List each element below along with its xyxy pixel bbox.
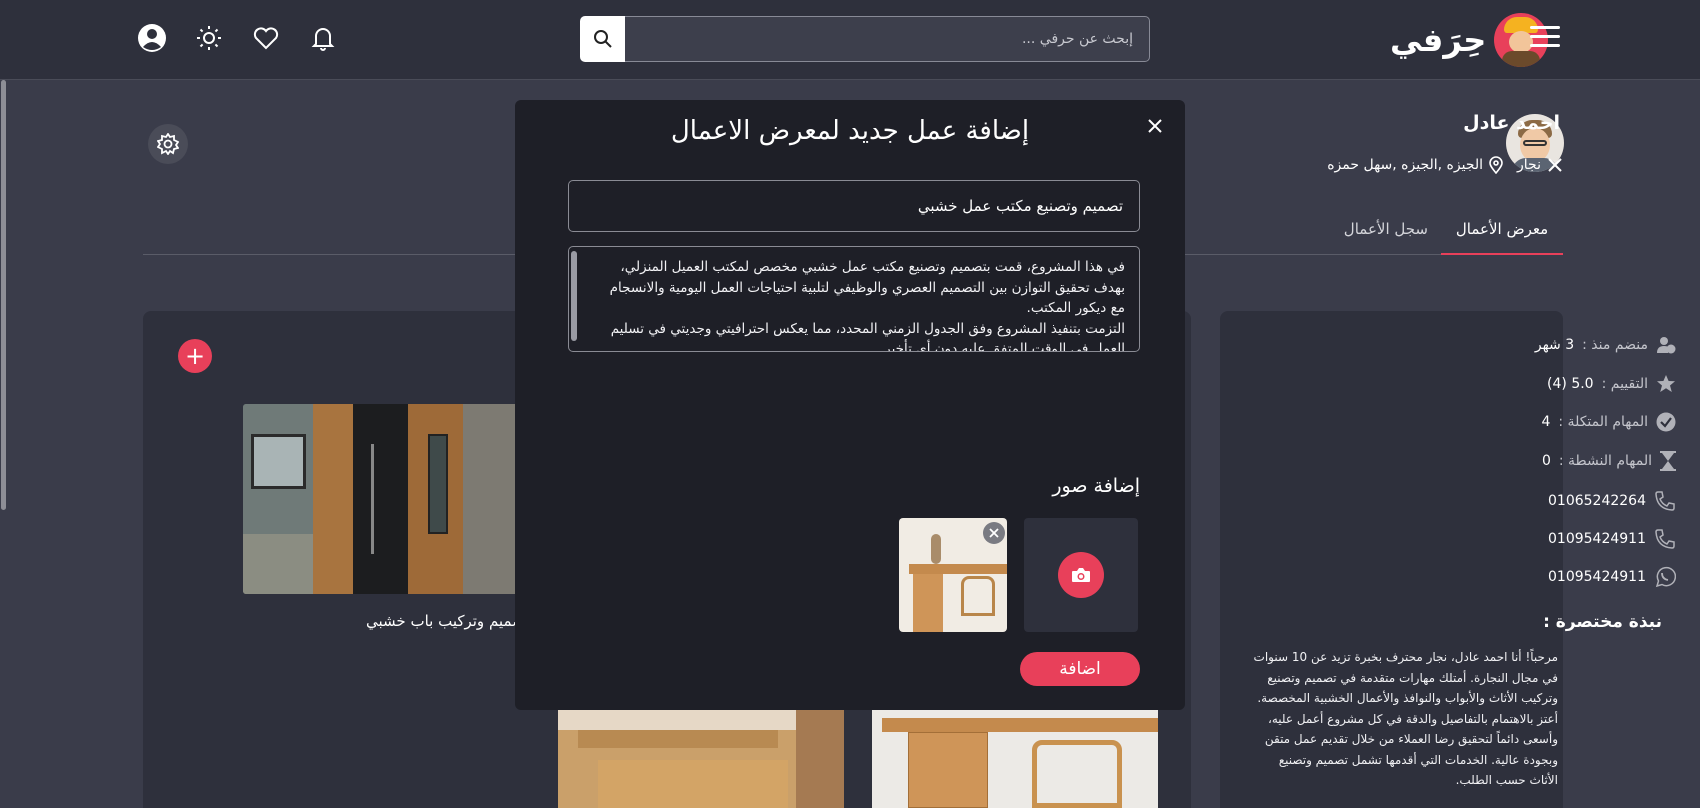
- user-clock-icon: [1657, 337, 1676, 354]
- profession: نجار: [1517, 157, 1563, 173]
- profession-label: نجار: [1517, 157, 1541, 173]
- stat-joined: منضم منذ : 3 شهر: [1535, 336, 1676, 354]
- contact-value: 01065242264: [1548, 493, 1646, 509]
- work-title-input[interactable]: [568, 180, 1140, 232]
- tab-portfolio[interactable]: معرض الأعمال: [1441, 220, 1563, 255]
- close-button[interactable]: [1143, 114, 1167, 138]
- hourglass-icon: [1660, 451, 1676, 471]
- stat-value: 3 شهر: [1534, 337, 1575, 353]
- phone-icon: [1655, 529, 1675, 549]
- tab-work-history[interactable]: سجل الأعمال: [1344, 220, 1428, 238]
- about-text: مرحباً! أنا احمد عادل، نجار محترف بخبرة …: [1253, 650, 1558, 787]
- upload-image-button[interactable]: [1024, 518, 1138, 632]
- add-images-label: إضافة صور: [1052, 475, 1140, 497]
- remove-image-button[interactable]: [983, 522, 1005, 544]
- work-description-textarea[interactable]: في هذا المشروع، قمت بتصميم وتصنيع مكتب ع…: [568, 246, 1140, 352]
- stat-active: المهام النشطة : 0: [1542, 451, 1676, 471]
- textarea-scrollbar[interactable]: [571, 251, 577, 341]
- portfolio-image-bed[interactable]: [558, 710, 844, 808]
- page-scrollbar[interactable]: [0, 80, 8, 510]
- location-label: الجيزه ,الجيزه ,سهل حمزه: [1327, 157, 1484, 173]
- location-pin-icon: [1489, 156, 1503, 174]
- modal-title: إضافة عمل جديد لمعرض الاعمال: [670, 116, 1030, 146]
- brand-logo[interactable]: حِرَفي: [1390, 10, 1549, 70]
- bell-icon[interactable]: [307, 22, 339, 54]
- portfolio-caption: تصميم وتركيب باب خشبي: [366, 612, 530, 630]
- star-icon: [1657, 375, 1675, 392]
- sun-icon[interactable]: [193, 22, 225, 54]
- contact-whatsapp[interactable]: 01095424911: [1548, 566, 1676, 588]
- stat-value: 4: [1541, 414, 1551, 430]
- stat-completed: المهام المتكلة : 4: [1541, 412, 1676, 432]
- search-input[interactable]: [625, 16, 1150, 62]
- uploaded-image-thumbnail: [899, 518, 1007, 632]
- user-icon[interactable]: [136, 22, 168, 54]
- profile-meta: نجار الجيزه ,الجيزه ,سهل حمزه: [1327, 156, 1563, 174]
- search-button[interactable]: [580, 16, 625, 62]
- contact-value: 01095424911: [1548, 531, 1646, 547]
- camera-icon: [1072, 568, 1090, 582]
- portfolio-image-desk[interactable]: [872, 710, 1158, 808]
- search-bar: [580, 16, 1150, 62]
- stat-rating: التقييم : 5.0 (4): [1547, 374, 1676, 393]
- profile-name: احمد عادل: [1463, 112, 1560, 134]
- search-icon: [593, 30, 612, 48]
- contact-phone-1[interactable]: 01065242264: [1548, 490, 1676, 512]
- close-icon: [1148, 119, 1162, 133]
- stat-label: منضم منذ :: [1582, 337, 1648, 353]
- whatsapp-icon: [1655, 566, 1676, 588]
- heart-icon[interactable]: [250, 22, 282, 54]
- location: الجيزه ,الجيزه ,سهل حمزه: [1327, 156, 1503, 174]
- menu-icon[interactable]: [1530, 26, 1560, 52]
- stat-value: 0: [1541, 453, 1551, 469]
- about-title: نبذة مختصرة :: [1543, 612, 1662, 632]
- top-header: حِرَفي: [0, 0, 1700, 80]
- close-icon: [989, 528, 999, 538]
- add-work-modal: إضافة عمل جديد لمعرض الاعمال في هذا المش…: [515, 100, 1185, 710]
- plus-icon: +: [184, 342, 206, 370]
- stat-label: التقييم :: [1601, 375, 1648, 392]
- check-circle-icon: [1656, 412, 1676, 432]
- phone-icon: [1655, 491, 1675, 511]
- stat-label: المهام المتكلة :: [1558, 414, 1648, 430]
- portfolio-image-door[interactable]: [243, 404, 516, 594]
- contact-phone-2[interactable]: 01095424911: [1548, 528, 1676, 550]
- stat-value: 5.0 (4): [1547, 375, 1594, 392]
- contact-value: 01095424911: [1548, 569, 1646, 585]
- stat-label: المهام النشطة :: [1558, 453, 1652, 469]
- add-work-button[interactable]: +: [178, 339, 212, 373]
- tools-icon: [1548, 158, 1562, 172]
- upload-circle: [1058, 552, 1104, 598]
- brand-name: حِرَفي: [1390, 21, 1487, 59]
- settings-button[interactable]: [148, 124, 188, 164]
- description-text: في هذا المشروع، قمت بتصميم وتصنيع مكتب ع…: [609, 259, 1125, 352]
- gear-icon: [157, 133, 179, 155]
- submit-button[interactable]: اضافة: [1020, 652, 1140, 686]
